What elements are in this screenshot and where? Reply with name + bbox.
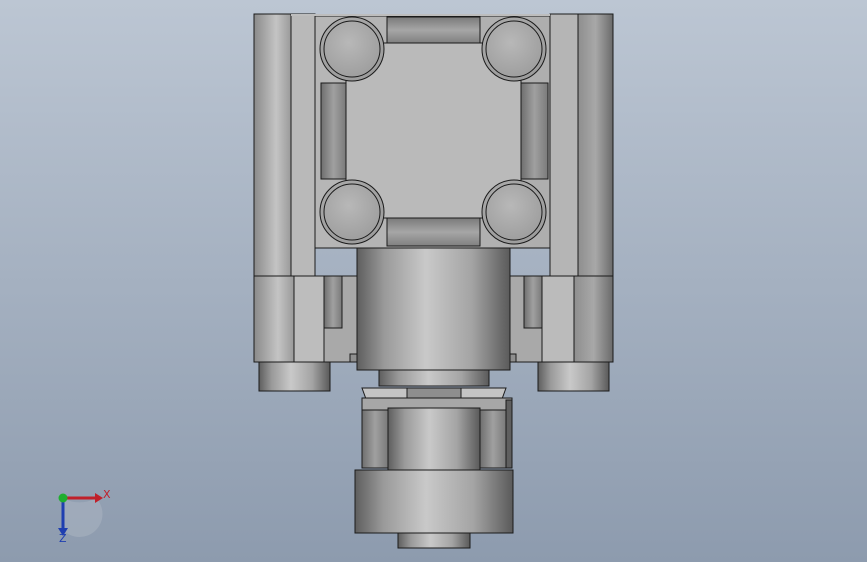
foot-left <box>258 361 331 392</box>
pocket-top <box>386 16 481 44</box>
rod-collar[interactable] <box>356 247 511 387</box>
clevis-right-edge <box>505 399 513 469</box>
lower-left-flange <box>293 275 325 363</box>
clevis-right-cheek <box>479 409 507 469</box>
pocket-bottom <box>386 217 481 247</box>
body-right-inner-rail <box>549 13 579 277</box>
viewport-canvas[interactable]: X Z <box>0 0 867 562</box>
collar-body <box>356 247 511 371</box>
lower-right-block <box>573 275 614 363</box>
bolt-bottom-right <box>481 179 547 245</box>
lower-right-slot <box>523 275 543 329</box>
body-top-edge <box>291 14 550 16</box>
body-left-rail <box>253 13 292 277</box>
lower-right-flange <box>541 275 575 363</box>
clevis-base <box>354 469 514 534</box>
body-right-rail <box>577 13 614 277</box>
bolt-bottom-left <box>319 179 385 245</box>
collar-neck <box>378 369 490 387</box>
pocket-right <box>520 82 549 180</box>
bolt-top-right <box>481 16 547 82</box>
rod-end-clevis[interactable] <box>354 387 514 549</box>
body-left-inner-rail <box>290 13 316 277</box>
pocket-left <box>320 82 347 180</box>
triad-y-axis <box>58 493 68 503</box>
lower-left-block <box>253 275 295 363</box>
triad-x-label: X <box>103 488 111 501</box>
lower-left-slot <box>323 275 343 329</box>
clevis-left-cheek <box>361 409 389 469</box>
bolt-top-left <box>319 16 385 82</box>
graphics-viewport[interactable]: X Z <box>0 0 867 562</box>
clevis-stub <box>397 532 471 549</box>
triad-z-label: Z <box>59 532 67 545</box>
clevis-pin <box>387 407 481 471</box>
foot-right <box>537 361 610 392</box>
